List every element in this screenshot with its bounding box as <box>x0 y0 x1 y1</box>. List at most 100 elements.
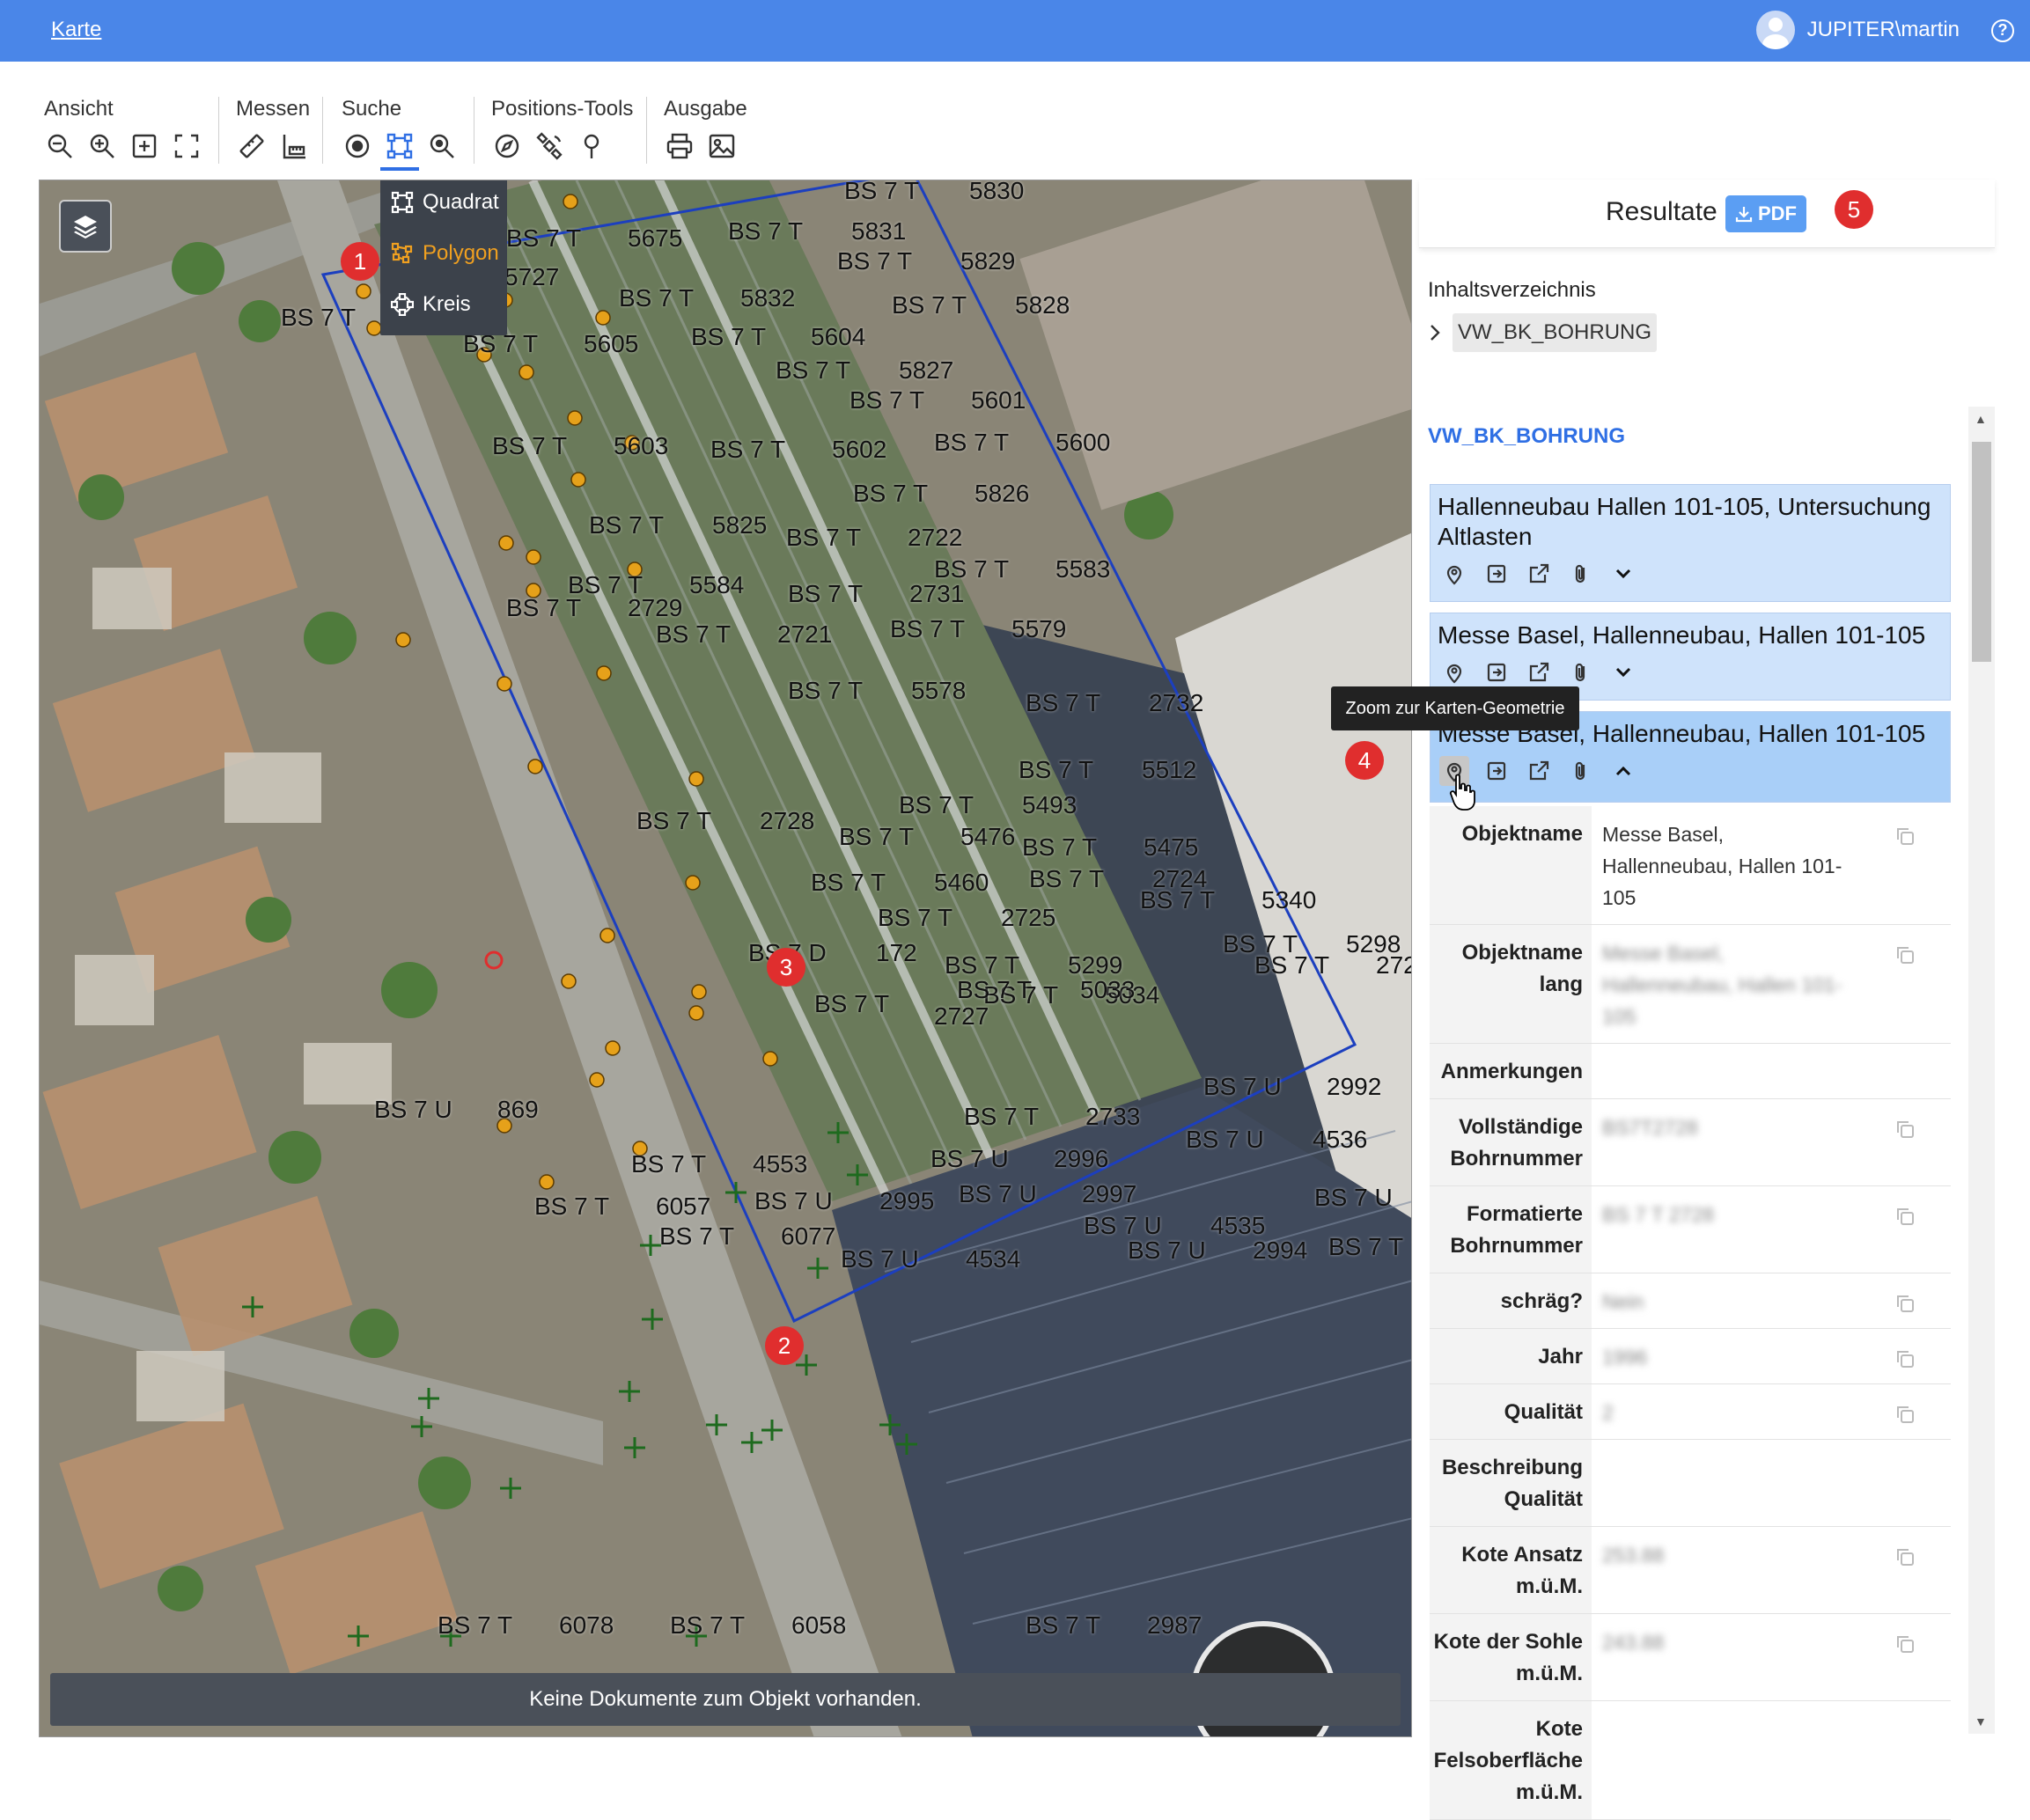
zoom-to-geometry-icon[interactable] <box>1439 559 1469 589</box>
attribute-value: BS7T2728 <box>1602 1116 1698 1139</box>
results-scrollbar[interactable]: ▲ ▼ <box>1968 407 1995 1734</box>
chevron-down-icon[interactable] <box>1608 657 1638 687</box>
map-label: BS 7 T <box>878 904 953 931</box>
pdf-export-button[interactable]: PDF <box>1725 195 1806 232</box>
results-header: Resultate PDF 5 <box>1419 180 1995 248</box>
external-link-icon[interactable] <box>1524 559 1554 589</box>
download-icon <box>1735 207 1753 223</box>
image-export-icon[interactable] <box>706 130 738 162</box>
attachment-icon[interactable] <box>1566 657 1596 687</box>
map-label: 5600 <box>1055 429 1111 456</box>
external-link-icon[interactable] <box>1524 756 1554 786</box>
annotation-badge-1: 1 <box>341 242 379 281</box>
map-label: 2987 <box>1147 1611 1203 1639</box>
group-label-messen: Messen <box>236 97 311 121</box>
attachment-icon[interactable] <box>1566 559 1596 589</box>
scroll-down-icon[interactable]: ▼ <box>1975 1714 1987 1728</box>
pdf-label: PDF <box>1758 202 1797 224</box>
search-shape-menu: Quadrat Polygon Kreis <box>380 180 507 335</box>
map-label: 5584 <box>689 571 745 598</box>
layers-button[interactable] <box>59 200 112 253</box>
map-label: 5583 <box>1055 555 1111 583</box>
menu-item-quadrat[interactable]: Quadrat <box>380 180 507 228</box>
map-label: 5604 <box>811 323 866 350</box>
map-label: BS 7 T <box>619 284 695 312</box>
map-label: BS 7 T <box>890 615 966 642</box>
copy-icon[interactable] <box>1894 1117 1916 1138</box>
attribute-key: Kote der Sohle m.ü.M. <box>1430 1614 1592 1700</box>
toc-item-vw-bk-bohrung[interactable]: VW_BK_BOHRUNG <box>1428 313 1658 352</box>
scroll-thumb[interactable] <box>1972 442 1991 662</box>
search-point-icon[interactable] <box>342 130 373 162</box>
external-link-icon[interactable] <box>1524 657 1554 687</box>
nav-link-karte[interactable]: Karte <box>51 18 101 42</box>
scroll-up-icon[interactable]: ▲ <box>1975 412 1987 426</box>
group-label-positions-tools: Positions-Tools <box>491 97 634 121</box>
attribute-row: Vollständige Bohrnummer BS7T2728 <box>1430 1099 1951 1186</box>
map-label: 5460 <box>934 869 989 896</box>
copy-icon[interactable] <box>1894 1545 1916 1566</box>
search-square-icon[interactable] <box>380 130 419 171</box>
map-label: 5830 <box>969 180 1025 204</box>
map-label: 6058 <box>791 1611 847 1639</box>
copy-icon[interactable] <box>1894 1347 1916 1368</box>
map-label: 2729 <box>628 594 683 621</box>
open-detail-icon[interactable] <box>1482 657 1511 687</box>
map-label: 2997 <box>1082 1180 1137 1207</box>
zoom-to-geometry-icon[interactable] <box>1439 657 1469 687</box>
map-status-bar: Keine Dokumente zum Objekt vorhanden. <box>50 1673 1401 1726</box>
measure-area-icon[interactable] <box>278 130 310 162</box>
map-label: 2731 <box>909 580 965 607</box>
zoom-out-icon[interactable] <box>44 130 76 162</box>
results-panel: Resultate PDF 5 Inhaltsverzeichnis VW_BK… <box>1419 180 1995 1820</box>
result-card[interactable]: Hallenneubau Hallen 101-105, Untersuchun… <box>1430 484 1951 602</box>
map-label: BS 7 T <box>670 1611 746 1639</box>
toc-item-label: VW_BK_BOHRUNG <box>1453 313 1658 352</box>
attribute-value: 1996 <box>1602 1346 1648 1369</box>
map-label: BS 7 U <box>1186 1126 1264 1153</box>
compass-icon[interactable] <box>491 130 523 162</box>
map-view[interactable]: 5830 BS 7 T BS 7 T 5675 BS 7 T 5831 5727… <box>39 180 1412 1737</box>
fullscreen-icon[interactable] <box>171 130 202 162</box>
copy-icon[interactable] <box>1894 1632 1916 1653</box>
map-label: 5675 <box>628 224 683 252</box>
map-label: BS 7 T <box>837 247 913 275</box>
aerial-map[interactable] <box>40 180 1412 1737</box>
print-icon[interactable] <box>664 130 695 162</box>
toc-label: Inhaltsverzeichnis <box>1428 278 1596 302</box>
attribute-value: 253.88 <box>1602 1544 1665 1567</box>
copy-icon[interactable] <box>1894 943 1916 964</box>
help-icon[interactable]: ? <box>1991 19 2014 42</box>
measure-distance-icon[interactable] <box>236 130 268 162</box>
attribute-table: Objektname Messe Basel, Hallenneubau, Hal… <box>1430 806 1951 1820</box>
map-label: 5601 <box>971 386 1026 414</box>
location-pin-icon[interactable] <box>576 130 607 162</box>
menu-item-kreis[interactable]: Kreis <box>380 279 507 330</box>
map-label: BS 7 T <box>1026 1611 1101 1639</box>
copy-icon[interactable] <box>1894 824 1916 845</box>
map-label: BS 7 U <box>1128 1237 1206 1264</box>
zoom-to-box-icon[interactable] <box>129 130 160 162</box>
attribute-row: Anmerkungen <box>1430 1044 1951 1099</box>
chevron-up-icon[interactable] <box>1608 756 1638 786</box>
attribute-row: Objektname Messe Basel, Hallenneubau, Hal… <box>1430 806 1951 925</box>
map-label: BS 7 T <box>850 386 925 414</box>
satellite-icon[interactable] <box>533 130 565 162</box>
attachment-icon[interactable] <box>1566 756 1596 786</box>
map-label: 2722 <box>908 524 963 551</box>
copy-icon[interactable] <box>1894 1402 1916 1423</box>
attribute-value-cell <box>1592 1701 1951 1819</box>
user-menu[interactable]: JUPITER\martin <box>1755 11 1960 49</box>
menu-item-polygon[interactable]: Polygon <box>380 228 507 279</box>
open-detail-icon[interactable] <box>1482 559 1511 589</box>
chevron-down-icon[interactable] <box>1608 559 1638 589</box>
open-detail-icon[interactable] <box>1482 756 1511 786</box>
attribute-value: Messe Basel, Hallenneubau, Hallen 101-10… <box>1602 942 1842 1028</box>
attribute-row: Jahr 1996 <box>1430 1329 1951 1384</box>
search-zoom-icon[interactable] <box>426 130 458 162</box>
copy-icon[interactable] <box>1894 1291 1916 1312</box>
map-label: 2727 <box>934 1002 989 1030</box>
map-label: BS 7 T <box>589 511 665 539</box>
copy-icon[interactable] <box>1894 1204 1916 1225</box>
zoom-in-icon[interactable] <box>86 130 118 162</box>
